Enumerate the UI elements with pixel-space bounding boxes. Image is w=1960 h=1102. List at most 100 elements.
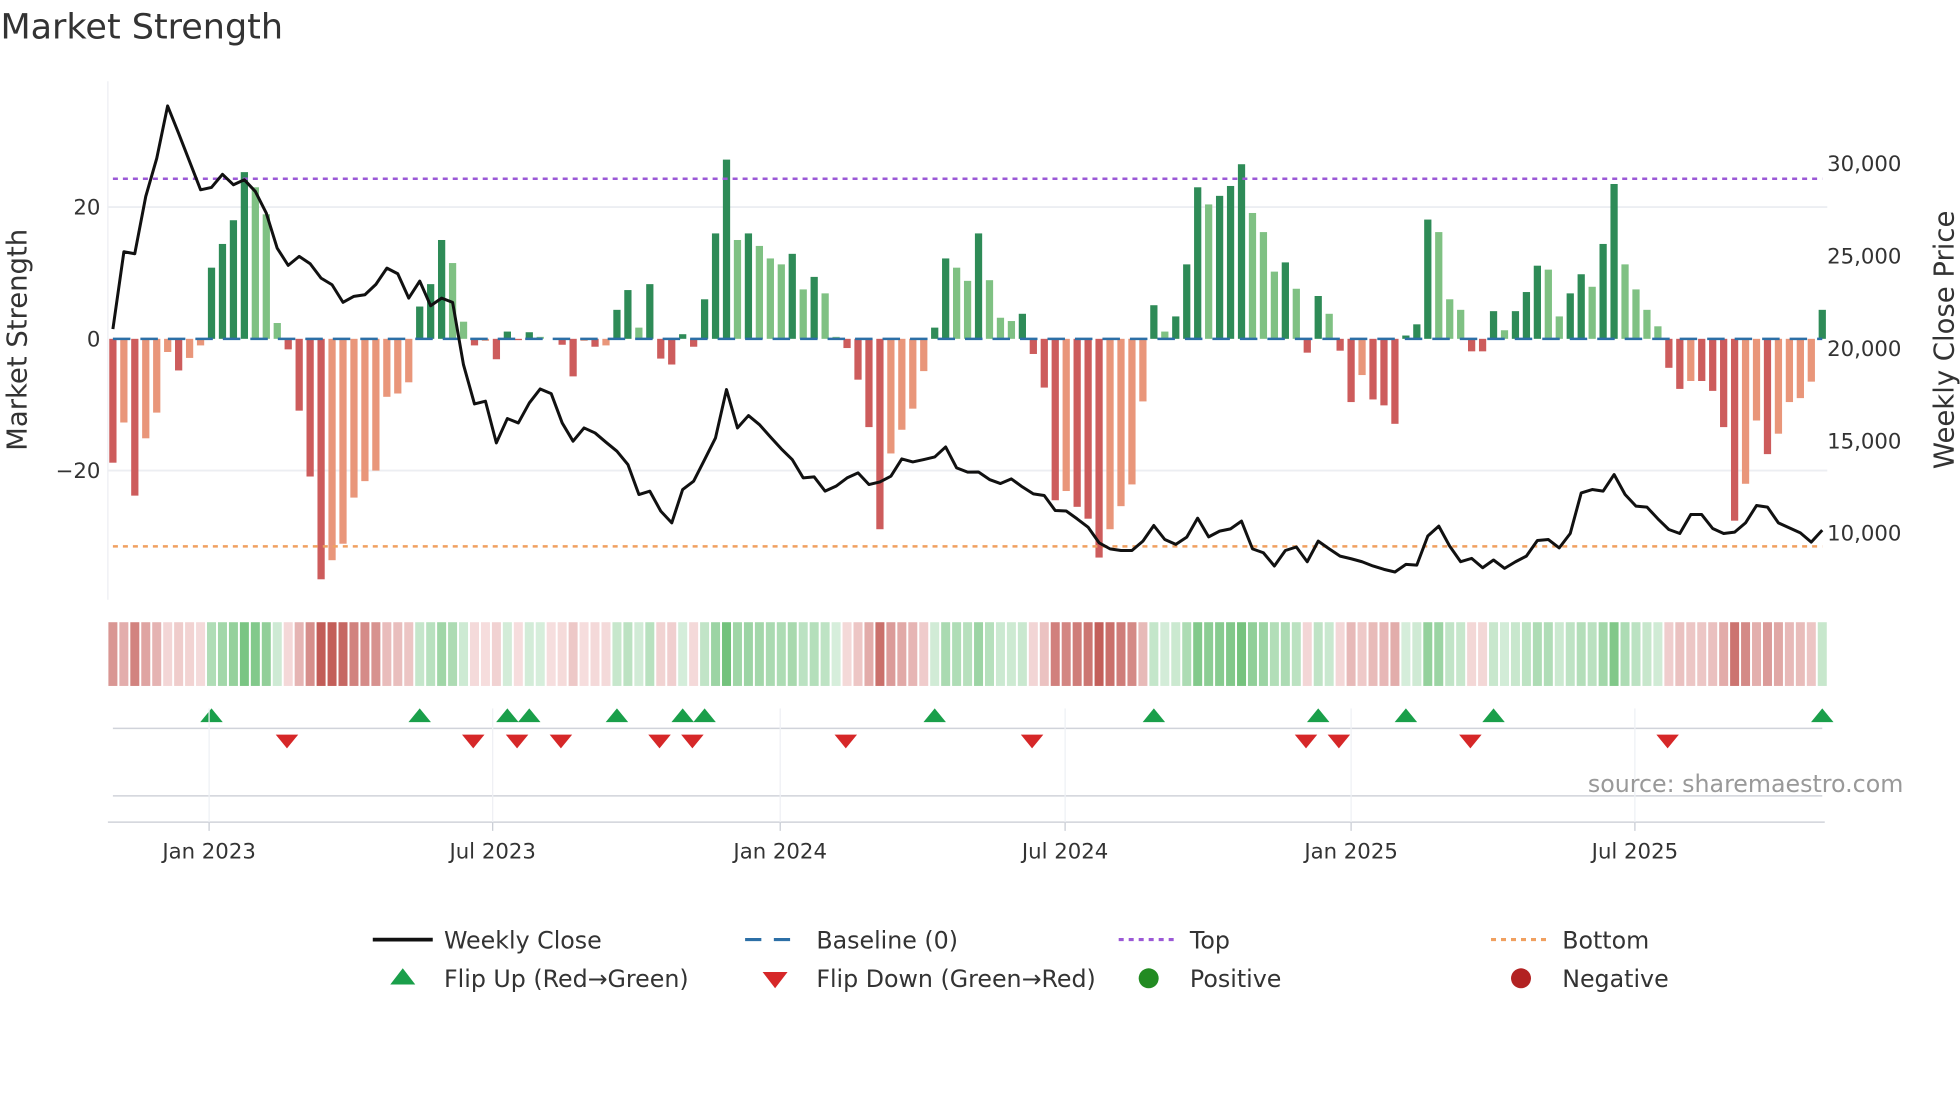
- strength-bar: [339, 338, 347, 544]
- flip-down-marker: [1459, 734, 1482, 749]
- legend-item-negative: Negative: [1511, 965, 1669, 993]
- strip-cell: [1204, 622, 1214, 686]
- strip-cell: [426, 622, 436, 686]
- strength-bar: [153, 338, 161, 413]
- strip-cell: [546, 622, 556, 686]
- strength-bar: [1325, 313, 1333, 339]
- strength-bar: [1818, 309, 1826, 339]
- strip-cell: [250, 622, 260, 686]
- market-strength-chart: Market Strength Market Strength Weekly C…: [0, 8, 1960, 993]
- strength-bar: [1741, 338, 1750, 484]
- strength-bar: [1139, 338, 1147, 402]
- strip-cell: [404, 622, 414, 686]
- strip-cell: [480, 622, 490, 686]
- strip-cell: [1072, 622, 1082, 686]
- strip-cell: [393, 622, 403, 686]
- strength-bar: [722, 159, 731, 339]
- strip-cell: [645, 622, 655, 686]
- strip-cell: [1390, 622, 1400, 686]
- flip-up-marker: [496, 708, 519, 723]
- strip-cell: [1116, 622, 1126, 686]
- strip-cell: [930, 622, 940, 686]
- strip-cell: [1039, 622, 1049, 686]
- strength-bar: [1095, 338, 1103, 558]
- strength-bar: [755, 245, 764, 339]
- strip-cell: [1467, 622, 1477, 686]
- strength-bar: [1084, 338, 1092, 519]
- strip-cell: [634, 622, 644, 686]
- strip-cell: [678, 622, 688, 686]
- strength-bar: [1643, 309, 1651, 339]
- strength-bar: [1796, 338, 1804, 399]
- strength-bar: [251, 187, 259, 339]
- strength-bar: [273, 323, 281, 339]
- strength-bar: [1369, 338, 1377, 400]
- strength-bar: [1314, 295, 1322, 339]
- y2-tick-label: 15,000: [1827, 429, 1901, 454]
- strip-cell: [1028, 622, 1038, 686]
- strength-bar: [1128, 338, 1136, 485]
- strip-cell: [108, 622, 118, 686]
- strip-cell: [1795, 622, 1805, 686]
- strength-bar: [1489, 311, 1498, 339]
- strength-bar: [898, 338, 906, 430]
- strip-cell: [349, 622, 359, 686]
- strip-cell: [1335, 622, 1345, 686]
- strip-cell: [1160, 622, 1170, 686]
- legend-label: Baseline (0): [816, 926, 958, 954]
- strength-bar: [1621, 264, 1629, 339]
- strip-cell: [1423, 622, 1433, 686]
- x-tick-label: Jul 2025: [1590, 839, 1678, 864]
- strip-cell: [1708, 622, 1718, 686]
- strength-bar: [1150, 305, 1158, 339]
- flip-down-marker: [461, 734, 485, 749]
- strip-cell: [667, 622, 677, 686]
- strength-bar: [1676, 338, 1684, 389]
- strength-bar: [1632, 289, 1640, 339]
- strength-bar: [1205, 204, 1213, 339]
- strip-cell: [601, 622, 611, 686]
- strength-bar: [1774, 338, 1783, 434]
- strip-cell: [689, 622, 699, 686]
- strip-cell: [305, 622, 315, 686]
- strength-bar: [1237, 164, 1246, 339]
- strip-cell: [185, 622, 195, 686]
- flip-down-marker: [549, 734, 573, 749]
- strip-cell: [952, 622, 962, 686]
- flip-up-marker: [1811, 708, 1834, 723]
- strip-cell: [119, 622, 129, 686]
- legend-item-bottom: Bottom: [1491, 926, 1649, 954]
- strength-bars: [109, 159, 1826, 580]
- strip-cell: [919, 622, 929, 686]
- strip-cell: [1609, 622, 1619, 686]
- strength-bar: [887, 338, 895, 454]
- strength-bar: [931, 327, 939, 339]
- strength-bar: [799, 289, 807, 339]
- strip-cell: [754, 622, 764, 686]
- strip-cell: [831, 622, 841, 686]
- strip-cell: [294, 622, 304, 686]
- strip-cell: [1554, 622, 1564, 686]
- flip-down-marker: [275, 734, 299, 749]
- legend-item-flipup: Flip Up (Red→Green): [390, 965, 689, 993]
- strip-cell: [1664, 622, 1674, 686]
- strip-cell: [711, 622, 721, 686]
- strength-bar: [459, 321, 468, 339]
- strength-bar: [295, 338, 303, 411]
- strength-bar: [350, 338, 358, 498]
- strength-bar: [1051, 338, 1059, 501]
- strip-cell: [1565, 622, 1575, 686]
- strip-cell: [1587, 622, 1597, 686]
- strip-cell: [1675, 622, 1685, 686]
- y-tick-label: −20: [56, 459, 101, 484]
- source-credit: source: sharemaestro.com: [1588, 770, 1903, 798]
- strip-cell: [1697, 622, 1707, 686]
- flip-down-marker: [505, 734, 529, 749]
- strength-bar: [876, 338, 884, 530]
- x-tick-label: Jul 2024: [1020, 839, 1108, 864]
- strength-bar: [1807, 338, 1815, 382]
- strip-cell: [1149, 622, 1159, 686]
- flip-up-marker: [605, 708, 629, 723]
- legend-item-close: Weekly Close: [372, 926, 602, 954]
- strip-cell: [1631, 622, 1641, 686]
